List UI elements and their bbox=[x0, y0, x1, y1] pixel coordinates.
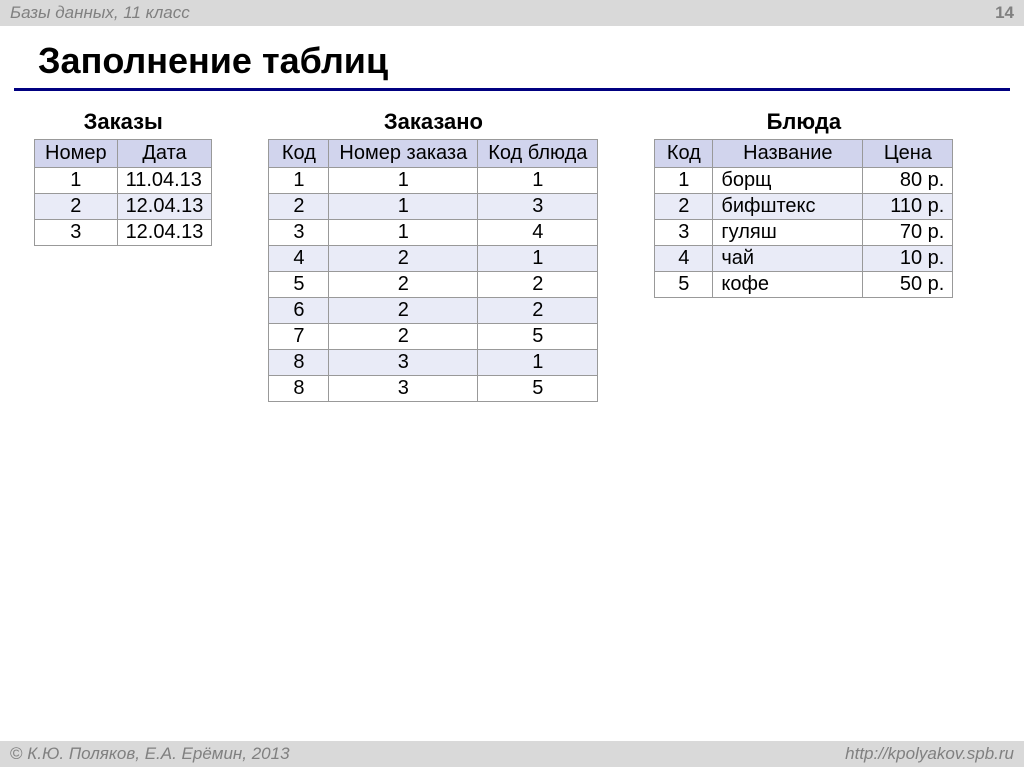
table-row: 213 bbox=[269, 194, 598, 220]
table-cell: 11.04.13 bbox=[117, 168, 212, 194]
title-underline bbox=[14, 88, 1010, 91]
table-cell: 3 bbox=[329, 376, 478, 402]
dishes-caption: Блюда bbox=[654, 109, 953, 135]
table-row: 1борщ80 р. bbox=[655, 168, 953, 194]
table-cell: 2 bbox=[329, 246, 478, 272]
table-row: 421 bbox=[269, 246, 598, 272]
table-cell: гуляш bbox=[713, 220, 863, 246]
slide-title: Заполнение таблиц bbox=[38, 40, 1024, 82]
ordered-h0: Код bbox=[269, 140, 329, 168]
table-cell: 12.04.13 bbox=[117, 220, 212, 246]
copyright-symbol: © bbox=[10, 744, 23, 763]
orders-block: Заказы Номер Дата 111.04.13212.04.13312.… bbox=[34, 109, 212, 246]
orders-table: Номер Дата 111.04.13212.04.13312.04.13 bbox=[34, 139, 212, 246]
page-number: 14 bbox=[995, 3, 1014, 23]
table-cell: 2 bbox=[269, 194, 329, 220]
ordered-h1: Номер заказа bbox=[329, 140, 478, 168]
table-cell: 4 bbox=[269, 246, 329, 272]
table-cell: кофе bbox=[713, 272, 863, 298]
orders-h1: Дата bbox=[117, 140, 212, 168]
table-row: 4чай10 р. bbox=[655, 246, 953, 272]
table-cell: 5 bbox=[478, 376, 598, 402]
table-row: 312.04.13 bbox=[35, 220, 212, 246]
table-cell: 1 bbox=[329, 168, 478, 194]
dishes-block: Блюда Код Название Цена 1борщ80 р.2бифшт… bbox=[654, 109, 953, 298]
table-cell: 2 bbox=[329, 272, 478, 298]
table-cell: 2 bbox=[478, 298, 598, 324]
table-cell: 6 bbox=[269, 298, 329, 324]
table-row: 622 bbox=[269, 298, 598, 324]
table-cell: 8 bbox=[269, 350, 329, 376]
table-cell: 10 р. bbox=[863, 246, 953, 272]
table-cell: 2 bbox=[655, 194, 713, 220]
table-cell: 1 bbox=[329, 194, 478, 220]
table-cell: 2 bbox=[329, 324, 478, 350]
dishes-h1: Название bbox=[713, 140, 863, 168]
table-cell: борщ bbox=[713, 168, 863, 194]
table-cell: 1 bbox=[329, 220, 478, 246]
table-cell: 2 bbox=[35, 194, 118, 220]
table-cell: 1 bbox=[478, 168, 598, 194]
footer-authors: К.Ю. Поляков, Е.А. Ерёмин, 2013 bbox=[23, 744, 290, 763]
table-row: 111 bbox=[269, 168, 598, 194]
ordered-table: Код Номер заказа Код блюда 1112133144215… bbox=[268, 139, 598, 402]
table-cell: 3 bbox=[655, 220, 713, 246]
table-row: 5кофе50 р. bbox=[655, 272, 953, 298]
table-cell: 1 bbox=[35, 168, 118, 194]
table-cell: 1 bbox=[478, 350, 598, 376]
ordered-caption: Заказано bbox=[268, 109, 598, 135]
table-cell: 4 bbox=[655, 246, 713, 272]
table-cell: чай bbox=[713, 246, 863, 272]
table-cell: 3 bbox=[35, 220, 118, 246]
table-cell: 1 bbox=[478, 246, 598, 272]
table-cell: 12.04.13 bbox=[117, 194, 212, 220]
table-cell: 80 р. bbox=[863, 168, 953, 194]
table-cell: 2 bbox=[329, 298, 478, 324]
table-row: 2бифштекс110 р. bbox=[655, 194, 953, 220]
table-cell: 70 р. bbox=[863, 220, 953, 246]
table-cell: 1 bbox=[269, 168, 329, 194]
header-bar: Базы данных, 11 класс 14 bbox=[0, 0, 1024, 26]
footer-bar: © К.Ю. Поляков, Е.А. Ерёмин, 2013 http:/… bbox=[0, 741, 1024, 767]
ordered-h2: Код блюда bbox=[478, 140, 598, 168]
table-row: 835 bbox=[269, 376, 598, 402]
table-cell: 5 bbox=[478, 324, 598, 350]
table-row: 314 bbox=[269, 220, 598, 246]
footer-copyright: © К.Ю. Поляков, Е.А. Ерёмин, 2013 bbox=[10, 744, 290, 764]
table-cell: бифштекс bbox=[713, 194, 863, 220]
table-cell: 110 р. bbox=[863, 194, 953, 220]
table-row: 522 bbox=[269, 272, 598, 298]
tables-container: Заказы Номер Дата 111.04.13212.04.13312.… bbox=[0, 109, 1024, 402]
orders-caption: Заказы bbox=[34, 109, 212, 135]
orders-h0: Номер bbox=[35, 140, 118, 168]
table-row: 831 bbox=[269, 350, 598, 376]
table-row: 3гуляш70 р. bbox=[655, 220, 953, 246]
table-cell: 1 bbox=[655, 168, 713, 194]
table-cell: 3 bbox=[269, 220, 329, 246]
dishes-h2: Цена bbox=[863, 140, 953, 168]
table-cell: 5 bbox=[269, 272, 329, 298]
dishes-h0: Код bbox=[655, 140, 713, 168]
dishes-table: Код Название Цена 1борщ80 р.2бифштекс110… bbox=[654, 139, 953, 298]
table-cell: 2 bbox=[478, 272, 598, 298]
ordered-block: Заказано Код Номер заказа Код блюда 1112… bbox=[268, 109, 598, 402]
table-cell: 3 bbox=[478, 194, 598, 220]
table-cell: 4 bbox=[478, 220, 598, 246]
table-cell: 50 р. bbox=[863, 272, 953, 298]
subject-label: Базы данных, 11 класс bbox=[10, 3, 190, 23]
footer-url: http://kpolyakov.spb.ru bbox=[845, 744, 1014, 764]
table-row: 111.04.13 bbox=[35, 168, 212, 194]
table-cell: 7 bbox=[269, 324, 329, 350]
table-row: 212.04.13 bbox=[35, 194, 212, 220]
table-cell: 8 bbox=[269, 376, 329, 402]
table-row: 725 bbox=[269, 324, 598, 350]
table-cell: 3 bbox=[329, 350, 478, 376]
table-cell: 5 bbox=[655, 272, 713, 298]
